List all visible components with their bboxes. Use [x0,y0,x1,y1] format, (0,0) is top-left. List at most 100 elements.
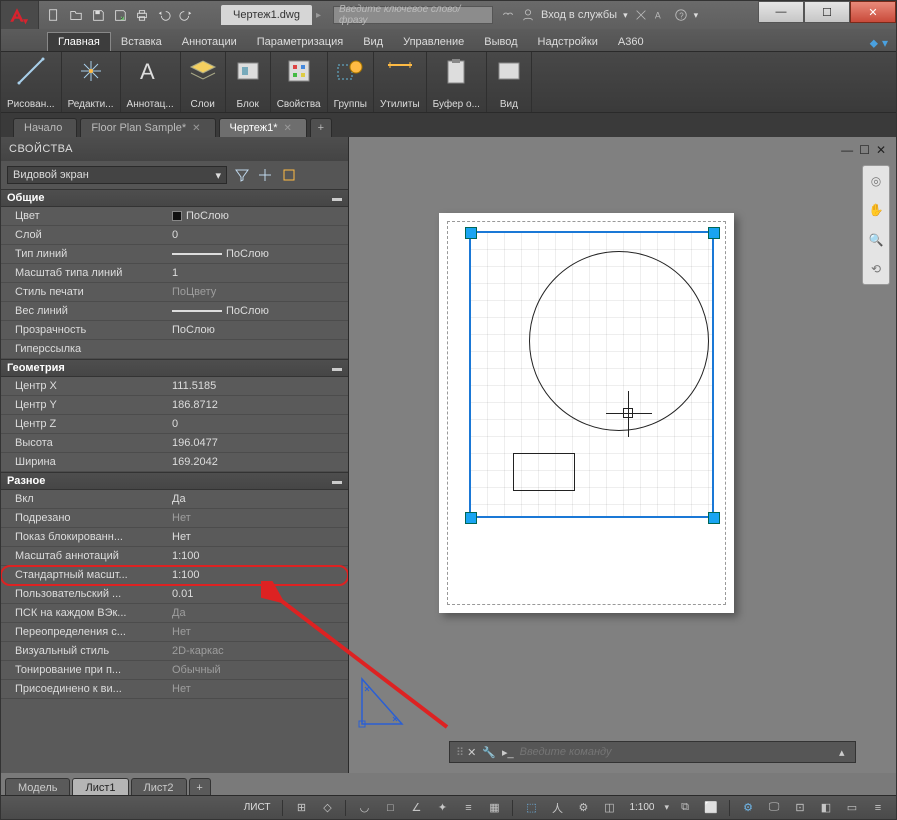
ribbon-tab-output[interactable]: Вывод [474,33,527,51]
property-value[interactable]: Да [166,493,348,505]
property-row[interactable]: Слой0 [1,226,348,245]
property-value[interactable]: 2D-каркас [166,645,348,657]
status-dyn-icon[interactable]: ✦ [432,799,452,817]
property-row[interactable]: Стиль печатиПоЦвету [1,283,348,302]
property-row[interactable]: Масштаб типа линий1 [1,264,348,283]
ribbon-tab-a360[interactable]: A360 [608,33,654,51]
ribbon-panel-properties[interactable]: Свойства [271,52,328,112]
window-close-button[interactable]: ✕ [850,1,896,23]
category-general[interactable]: Общие▬ [1,189,348,207]
property-value[interactable]: Нет [166,683,348,695]
property-row[interactable]: Вес линийПоСлою [1,302,348,321]
close-icon[interactable]: ✕ [284,123,292,134]
ribbon-collapse-icon[interactable]: ▾ [882,36,888,51]
ribbon-tab-insert[interactable]: Вставка [111,33,172,51]
property-row[interactable]: Тонирование при п...Обычный [1,661,348,680]
status-polar-icon[interactable]: ◡ [354,799,374,817]
window-minimize-button[interactable]: — [758,1,804,23]
property-row[interactable]: Гиперссылка [1,340,348,359]
property-row[interactable]: ПрозрачностьПоСлою [1,321,348,340]
status-vpmax-icon[interactable]: ⧉ [675,799,695,817]
status-mode[interactable]: ЛИСТ [240,802,275,813]
property-row[interactable]: Масштаб аннотаций1:100 [1,547,348,566]
property-value[interactable]: Да [166,607,348,619]
status-grid-icon[interactable]: ⊞ [291,799,311,817]
quickselect-icon[interactable] [231,165,251,185]
status-customize-icon[interactable]: ≡ [868,799,888,817]
window-maximize-button[interactable]: ☐ [804,1,850,23]
ribbon-panel-block[interactable]: Блок [226,52,271,112]
status-monitor-icon[interactable]: 🖵 [764,799,784,817]
infocenter-icon[interactable] [501,8,515,22]
property-value[interactable]: 1:100 [166,550,348,562]
object-type-selector[interactable]: Видовой экран▾ [7,166,227,184]
property-value[interactable]: ПоСлою [166,210,348,222]
ribbon-extra-icon[interactable]: ⬥ [870,36,878,51]
grip-handle[interactable] [708,512,720,524]
user-icon[interactable] [521,8,535,22]
property-value[interactable]: 1:100 [166,569,348,581]
search-input[interactable]: Введите ключевое слово/фразу [333,6,493,24]
grip-handle[interactable] [465,512,477,524]
open-icon[interactable] [67,6,85,24]
nav-orbit-icon[interactable]: ⟲ [871,262,881,276]
cmdline-grip-icon[interactable]: ⠿ [456,746,461,759]
ribbon-panel-draw[interactable]: Рисован... [1,52,62,112]
property-row[interactable]: Стандартный масшт...1:100 [1,566,348,585]
status-snap-icon[interactable]: ◇ [317,799,337,817]
status-annoscale-icon[interactable]: 人 [547,799,567,817]
close-icon[interactable]: ✕ [192,123,200,134]
grip-handle[interactable] [708,227,720,239]
property-row[interactable]: Переопределения с...Нет [1,623,348,642]
drawing-canvas[interactable]: — ☐ ✕ ◎ ✋ 🔍 ⟲ [349,137,896,773]
property-row[interactable]: Центр Z0 [1,415,348,434]
property-value[interactable]: 111.5185 [166,380,348,392]
status-lineweight-icon[interactable]: ≡ [458,799,478,817]
property-row[interactable]: Показ блокированн...Нет [1,528,348,547]
property-row[interactable]: Высота196.0477 [1,434,348,453]
ribbon-panel-view[interactable]: Вид [487,52,532,112]
property-row[interactable]: Пользовательский ...0.01 [1,585,348,604]
status-otrack-icon[interactable]: ∠ [406,799,426,817]
status-workspace-icon[interactable]: ⚙ [738,799,758,817]
category-geometry[interactable]: Геометрия▬ [1,359,348,377]
property-row[interactable]: Присоединено к ви...Нет [1,680,348,699]
exchange-icon[interactable] [634,8,648,22]
status-scale[interactable]: 1:100 [625,802,658,813]
doc-tab-new[interactable]: + [310,118,332,137]
nav-wheel-icon[interactable]: ◎ [871,174,881,188]
cmdline-close-icon[interactable]: ✕ [467,746,476,759]
ribbon-panel-annotation[interactable]: AАннотац... [121,52,181,112]
select-objects-icon[interactable] [255,165,275,185]
command-input[interactable] [520,746,833,758]
ribbon-panel-clipboard[interactable]: Буфер о... [427,52,487,112]
doc-tab-current[interactable]: Чертеж1*✕ [219,118,307,137]
cmdline-config-icon[interactable]: 🔧 [482,746,496,759]
ribbon-tab-parametric[interactable]: Параметризация [247,33,353,51]
a360-icon[interactable]: A [654,8,668,22]
ribbon-tab-home[interactable]: Главная [47,32,111,51]
status-isolate-icon[interactable]: ◧ [816,799,836,817]
status-vplock-icon[interactable]: ⬜ [701,799,721,817]
viewport-minimize-icon[interactable]: — [841,143,853,157]
viewport[interactable] [469,231,714,518]
command-line[interactable]: ⠿ ✕ 🔧 ▸_ ▴ [449,741,856,763]
saveas-icon[interactable] [111,6,129,24]
ribbon-panel-utilities[interactable]: Утилиты [374,52,427,112]
help-icon[interactable]: ? [674,8,688,22]
navigation-bar[interactable]: ◎ ✋ 🔍 ⟲ [862,165,890,285]
signin-label[interactable]: Вход в службы [541,9,617,21]
undo-icon[interactable] [155,6,173,24]
property-value[interactable]: 0 [166,418,348,430]
category-misc[interactable]: Разное▬ [1,472,348,490]
property-row[interactable]: Ширина169.2042 [1,453,348,472]
property-row[interactable]: ВклДа [1,490,348,509]
status-sync-icon[interactable]: ◫ [599,799,619,817]
ribbon-tab-annotate[interactable]: Аннотации [172,33,247,51]
property-row[interactable]: ЦветПоСлою [1,207,348,226]
property-value[interactable]: 0.01 [166,588,348,600]
property-value[interactable]: 186.8712 [166,399,348,411]
property-value[interactable]: ПоСлою [166,305,348,317]
ribbon-tab-addins[interactable]: Надстройки [528,33,608,51]
property-row[interactable]: Визуальный стиль2D-каркас [1,642,348,661]
